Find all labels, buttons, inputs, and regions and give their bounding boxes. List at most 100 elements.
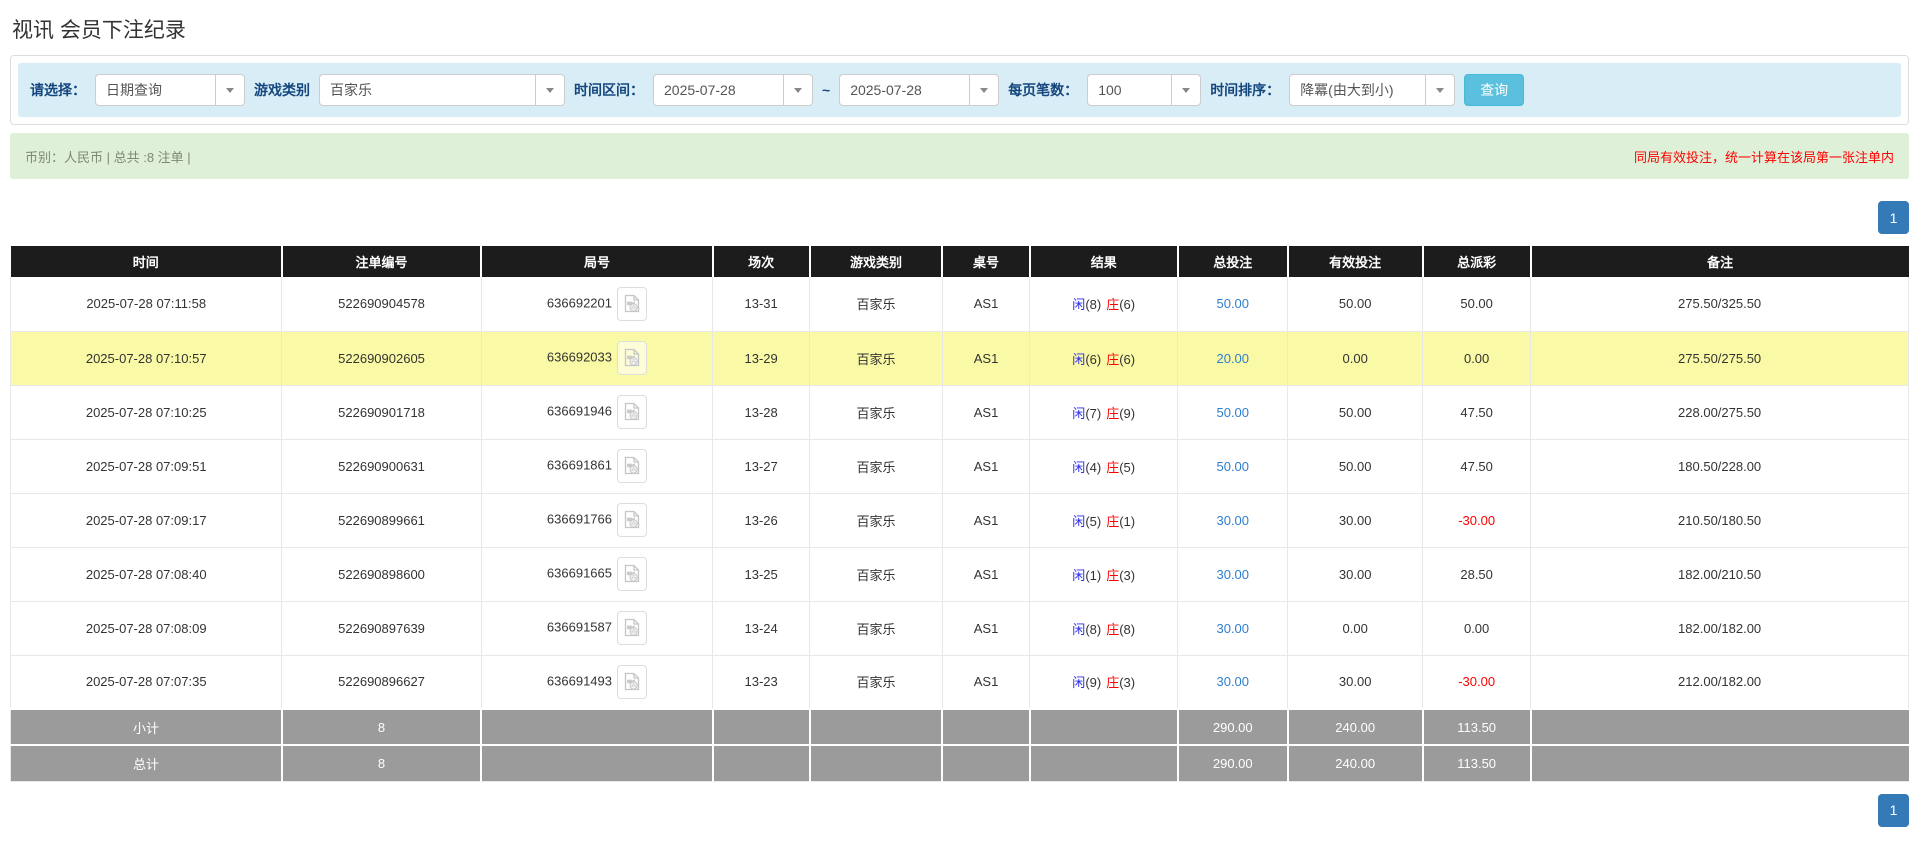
payout-cell: 50.00	[1423, 277, 1531, 331]
search-button[interactable]: 查询	[1464, 74, 1524, 106]
game-type-cell: 百家乐	[810, 493, 943, 547]
table-header-row: 时间注单编号局号场次游戏类别桌号结果总投注有效投注总派彩备注	[11, 246, 1909, 277]
valid-bet-cell: 50.00	[1288, 277, 1423, 331]
video-record-button[interactable]	[617, 395, 647, 429]
total-bet-link[interactable]: 50.00	[1178, 439, 1288, 493]
pagination-top: 1	[10, 201, 1909, 234]
column-header: 有效投注	[1288, 246, 1423, 277]
video-record-button[interactable]	[617, 287, 647, 321]
chevron-down-icon	[535, 75, 564, 105]
page-container: 视讯 会员下注纪录 请选择： 日期查询 游戏类别 百家乐 时间区间： 2025-…	[0, 14, 1919, 827]
video-record-button[interactable]	[617, 665, 647, 699]
summary-empty-cell	[1030, 709, 1178, 745]
page-button-1[interactable]: 1	[1878, 201, 1909, 234]
summary-empty-cell	[1531, 709, 1909, 745]
query-type-label: 请选择：	[30, 80, 86, 100]
page-button-1[interactable]: 1	[1878, 794, 1909, 827]
page-size-value: 100	[1088, 82, 1131, 98]
table-no-cell: AS1	[942, 493, 1029, 547]
result-cell: 闲(8)庄(6)	[1030, 277, 1178, 331]
banker-result-score: (3)	[1119, 568, 1135, 583]
game-type-cell: 百家乐	[810, 547, 943, 601]
remark-cell: 180.50/228.00	[1531, 439, 1909, 493]
result-cell: 闲(4)庄(5)	[1030, 439, 1178, 493]
bet-id-cell: 522690896627	[282, 655, 481, 709]
summary-payout-cell: 113.50	[1423, 709, 1531, 745]
game-type-cell: 百家乐	[810, 439, 943, 493]
video-record-button[interactable]	[617, 503, 647, 537]
table-no-cell: AS1	[942, 277, 1029, 331]
column-header: 注单编号	[282, 246, 481, 277]
game-type-label: 游戏类别	[254, 80, 310, 100]
video-record-icon	[624, 348, 640, 367]
banker-result-score: (5)	[1119, 460, 1135, 475]
filter-bar: 请选择： 日期查询 游戏类别 百家乐 时间区间： 2025-07-28 ~ 20…	[18, 63, 1901, 117]
payout-cell: 47.50	[1423, 439, 1531, 493]
sort-order-select[interactable]: 降冪(由大到小)	[1289, 74, 1455, 106]
player-result-score: (9)	[1085, 675, 1101, 690]
summary-total-bet-cell: 290.00	[1178, 745, 1288, 781]
query-type-select[interactable]: 日期查询	[95, 74, 245, 106]
video-record-icon	[624, 402, 640, 421]
table-no-cell: AS1	[942, 439, 1029, 493]
player-result-label: 闲	[1072, 406, 1085, 421]
total-bet-link[interactable]: 30.00	[1178, 547, 1288, 601]
summary-empty-cell	[481, 709, 713, 745]
round-cell: 636691946	[481, 385, 713, 439]
session-cell: 13-28	[713, 385, 810, 439]
game-type-value: 百家乐	[320, 80, 382, 100]
page-size-select[interactable]: 100	[1087, 74, 1201, 106]
table-row: 2025-07-28 07:11:58 522690904578 6366922…	[11, 277, 1909, 331]
video-record-icon	[624, 564, 640, 583]
time-cell: 2025-07-28 07:07:35	[11, 655, 282, 709]
total-bet-link[interactable]: 30.00	[1178, 601, 1288, 655]
game-type-cell: 百家乐	[810, 601, 943, 655]
summary-empty-cell	[810, 745, 943, 781]
payout-cell: 47.50	[1423, 385, 1531, 439]
date-from-select[interactable]: 2025-07-28	[653, 74, 813, 106]
chevron-down-icon	[969, 75, 998, 105]
column-header: 结果	[1030, 246, 1178, 277]
total-bet-link[interactable]: 50.00	[1178, 385, 1288, 439]
remark-cell: 212.00/182.00	[1531, 655, 1909, 709]
summary-payout-cell: 113.50	[1423, 745, 1531, 781]
date-to-select[interactable]: 2025-07-28	[839, 74, 999, 106]
video-record-button[interactable]	[617, 341, 647, 375]
summary-valid-bet-cell: 240.00	[1288, 709, 1423, 745]
chevron-down-icon	[215, 75, 244, 105]
summary-empty-cell	[942, 745, 1029, 781]
remark-cell: 210.50/180.50	[1531, 493, 1909, 547]
total-bet-link[interactable]: 30.00	[1178, 493, 1288, 547]
video-record-button[interactable]	[617, 557, 647, 591]
bet-id-cell: 522690901718	[282, 385, 481, 439]
summary-count-cell: 8	[282, 709, 481, 745]
notice-text: 同局有效投注，统一计算在该局第一张注单内	[1634, 147, 1894, 166]
total-bet-link[interactable]: 20.00	[1178, 331, 1288, 385]
total-bet-link[interactable]: 50.00	[1178, 277, 1288, 331]
video-record-button[interactable]	[617, 449, 647, 483]
valid-bet-cell: 50.00	[1288, 439, 1423, 493]
video-record-button[interactable]	[617, 611, 647, 645]
summary-valid-bet-cell: 240.00	[1288, 745, 1423, 781]
table-row: 2025-07-28 07:10:25 522690901718 6366919…	[11, 385, 1909, 439]
time-cell: 2025-07-28 07:08:09	[11, 601, 282, 655]
game-type-select[interactable]: 百家乐	[319, 74, 565, 106]
pagination-bottom: 1	[10, 794, 1909, 827]
bet-id-cell: 522690904578	[282, 277, 481, 331]
bet-records-table: 时间注单编号局号场次游戏类别桌号结果总投注有效投注总派彩备注 2025-07-2…	[10, 246, 1909, 782]
total-bet-link[interactable]: 30.00	[1178, 655, 1288, 709]
date-range-tilde: ~	[822, 82, 830, 98]
banker-result-score: (9)	[1119, 406, 1135, 421]
round-cell: 636691861	[481, 439, 713, 493]
summary-row: 总计 8 290.00 240.00 113.50	[11, 745, 1909, 781]
session-cell: 13-29	[713, 331, 810, 385]
table-row: 2025-07-28 07:08:09 522690897639 6366915…	[11, 601, 1909, 655]
remark-cell: 275.50/325.50	[1531, 277, 1909, 331]
round-cell: 636691766	[481, 493, 713, 547]
info-bar: 币别：人民币 | 总共 :8 注单 | 同局有效投注，统一计算在该局第一张注单内	[10, 133, 1909, 179]
banker-result-score: (8)	[1119, 622, 1135, 637]
banker-result-label: 庄	[1106, 406, 1119, 421]
player-result-label: 闲	[1072, 514, 1085, 529]
payout-cell: 0.00	[1423, 331, 1531, 385]
result-cell: 闲(1)庄(3)	[1030, 547, 1178, 601]
